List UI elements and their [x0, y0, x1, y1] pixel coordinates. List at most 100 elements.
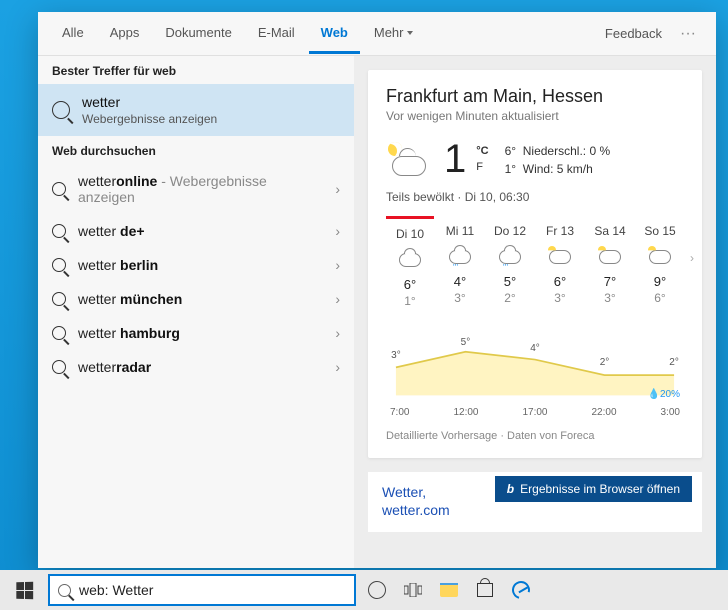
- search-icon: [58, 584, 71, 597]
- forecast-low: 3°: [438, 291, 482, 305]
- forecast-low: 6°: [638, 291, 682, 305]
- wind-label: Wind: 5 km/h: [523, 162, 593, 176]
- forecast-day[interactable]: Sa 147°3°: [586, 216, 634, 316]
- weather-card: Frankfurt am Main, Hessen Vor wenigen Mi…: [368, 70, 702, 458]
- forecast-day[interactable]: So 159°6°: [636, 216, 684, 316]
- search-icon: [52, 101, 70, 119]
- forecast-day-label: Fr 13: [538, 224, 582, 238]
- search-input[interactable]: [79, 582, 346, 598]
- bing-icon: b: [507, 482, 514, 496]
- precip-badge: 💧20%: [648, 389, 680, 400]
- suggestion-item[interactable]: wetter de+›: [38, 214, 354, 248]
- forecast-low: 1°: [388, 294, 432, 308]
- suggestion-item[interactable]: wetter münchen ›: [38, 282, 354, 316]
- forecast-next-icon[interactable]: ›: [690, 251, 694, 265]
- weather-icon: [549, 250, 571, 264]
- weather-icon: [649, 250, 671, 264]
- start-button[interactable]: [0, 570, 48, 610]
- x-tick: 12:00: [453, 407, 478, 418]
- chart-point-label: 2°: [600, 357, 610, 368]
- suggestion-label: wetter münchen: [78, 291, 323, 307]
- precip-label: Niederschl.: 0 %: [523, 144, 610, 158]
- forecast-high: 6°: [538, 274, 582, 289]
- x-tick: 17:00: [522, 407, 547, 418]
- chart-point-label: 3°: [391, 350, 401, 361]
- low-temp: 1°: [505, 162, 516, 176]
- forecast-day-label: So 15: [638, 224, 682, 238]
- chevron-right-icon: ›: [335, 223, 340, 239]
- serp-card[interactable]: Wetter, hidden pad nt | wetter.com b Erg…: [368, 472, 702, 532]
- forecast-day-label: Mi 11: [438, 224, 482, 238]
- task-view-button[interactable]: [402, 579, 424, 601]
- forecast-day-label: Do 12: [488, 224, 532, 238]
- chevron-right-icon: ›: [335, 291, 340, 307]
- chevron-right-icon: ›: [335, 257, 340, 273]
- forecast-day[interactable]: Do 125°2°: [486, 216, 534, 316]
- weather-attribution: Detaillierte Vorhersage · Daten von Fore…: [386, 430, 684, 442]
- preview-pane: Frankfurt am Main, Hessen Vor wenigen Mi…: [354, 56, 716, 568]
- chart-point-label: 5°: [461, 337, 471, 348]
- unit-toggle[interactable]: °C F: [476, 144, 488, 175]
- suggestion-item[interactable]: wetterradar›: [38, 350, 354, 384]
- taskbar: [0, 570, 728, 610]
- best-match-item[interactable]: wetter Webergebnisse anzeigen: [38, 84, 354, 136]
- forecast-high: 7°: [588, 274, 632, 289]
- tab-alle[interactable]: Alle: [50, 14, 96, 54]
- condition-line: Teils bewölkt · Di 10, 06:30: [386, 190, 684, 204]
- forecast-high: 4°: [438, 274, 482, 289]
- feedback-link[interactable]: Feedback: [597, 26, 670, 41]
- task-view-icon: [404, 583, 422, 597]
- forecast-high: 5°: [488, 274, 532, 289]
- search-panel: Alle Apps Dokumente E-Mail Web Mehr Feed…: [38, 12, 716, 568]
- tab-mehr[interactable]: Mehr: [362, 14, 425, 54]
- hourly-chart: 💧20% 7:0012:0017:0022:003:00 3°5°4°2°2°: [386, 330, 684, 420]
- microsoft-store-button[interactable]: [474, 579, 496, 601]
- x-tick: 7:00: [390, 407, 409, 418]
- chevron-right-icon: ›: [335, 181, 340, 197]
- forecast-day[interactable]: Di 106°1°: [386, 216, 434, 316]
- tab-email[interactable]: E-Mail: [246, 14, 307, 54]
- windows-icon: [16, 581, 33, 599]
- left-column: Bester Treffer für web wetter Webergebni…: [38, 56, 354, 568]
- search-icon: [52, 360, 66, 374]
- chevron-down-icon: [407, 31, 413, 35]
- tab-web[interactable]: Web: [309, 14, 360, 54]
- search-icon: [52, 326, 66, 340]
- forecast-high: 6°: [388, 277, 432, 292]
- weather-updated: Vor wenigen Minuten aktualisiert: [386, 109, 684, 123]
- tab-dokumente[interactable]: Dokumente: [153, 14, 243, 54]
- search-icon: [52, 292, 66, 306]
- chart-x-axis: 7:0012:0017:0022:003:00: [386, 407, 684, 418]
- cortana-button[interactable]: [366, 579, 388, 601]
- best-match-title: wetter: [82, 94, 217, 110]
- file-explorer-button[interactable]: [438, 579, 460, 601]
- open-in-browser-button[interactable]: b Ergebnisse im Browser öffnen: [495, 476, 692, 502]
- forecast-low: 3°: [538, 291, 582, 305]
- suggestion-item[interactable]: wetteronline - Webergebnisse anzeigen ›: [38, 164, 354, 214]
- suggestion-item[interactable]: wetter hamburg ›: [38, 316, 354, 350]
- chart-point-label: 2°: [669, 357, 679, 368]
- partly-cloudy-night-icon: [386, 140, 434, 180]
- taskbar-search-box[interactable]: [48, 574, 356, 606]
- suggestion-label: wetter berlin: [78, 257, 323, 273]
- suggestion-label: wetter hamburg: [78, 325, 323, 341]
- forecast-day[interactable]: Mi 11 4° 3°: [436, 216, 484, 316]
- web-search-header: Web durchsuchen: [38, 136, 354, 164]
- search-icon: [52, 182, 66, 196]
- store-icon: [477, 583, 493, 597]
- edge-button[interactable]: [510, 579, 532, 601]
- suggestion-item[interactable]: wetter berlin ›: [38, 248, 354, 282]
- chevron-right-icon: ›: [335, 325, 340, 341]
- weather-icon: [499, 250, 521, 264]
- suggestion-label: wetteronline - Webergebnisse anzeigen: [78, 173, 323, 205]
- cortana-icon: [368, 581, 386, 599]
- more-menu-icon[interactable]: ···: [672, 25, 704, 43]
- forecast-day[interactable]: Fr 13 6° 3°: [536, 216, 584, 316]
- x-tick: 22:00: [591, 407, 616, 418]
- suggestion-label: wetterradar: [78, 359, 323, 375]
- current-temp: 1: [444, 137, 466, 182]
- best-match-subtitle: Webergebnisse anzeigen: [82, 112, 217, 126]
- search-icon: [52, 224, 66, 238]
- tab-apps[interactable]: Apps: [98, 14, 152, 54]
- edge-icon: [509, 578, 534, 603]
